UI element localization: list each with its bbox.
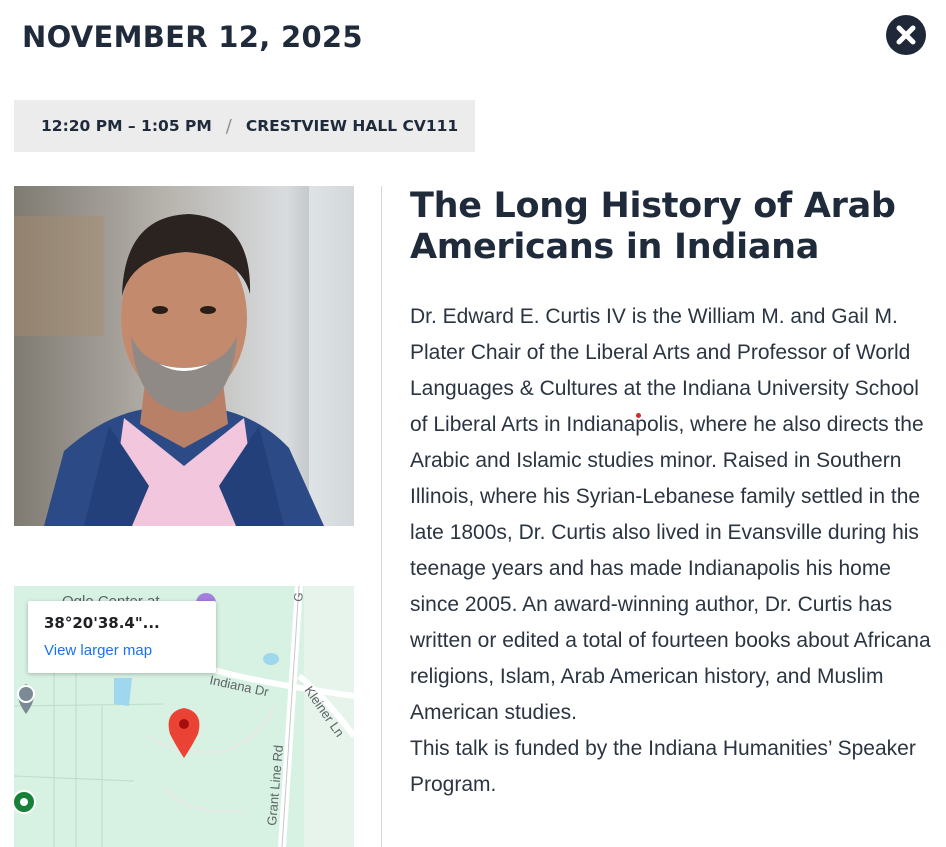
event-time: 12:20 PM – 1:05 PM	[41, 117, 212, 135]
map-coordinates: 38°20'38.4"...	[44, 614, 160, 632]
event-meta-bar: 12:20 PM – 1:05 PM / CRESTVIEW HALL CV11…	[14, 100, 475, 152]
place-marker-green	[14, 790, 36, 814]
stray-dot	[636, 413, 641, 418]
close-icon	[896, 25, 916, 45]
description-paragraph-2: This talk is funded by the Indiana Human…	[410, 737, 916, 796]
event-location: CRESTVIEW HALL CV111	[245, 117, 459, 135]
column-divider	[381, 186, 382, 847]
description-paragraph-1: Dr. Edward E. Curtis IV is the William M…	[410, 305, 931, 724]
event-description: Dr. Edward E. Curtis IV is the William M…	[410, 299, 938, 803]
event-title-line-1: The Long History of Arab	[410, 186, 896, 226]
event-title-line-2: Americans in Indiana	[410, 227, 820, 267]
view-larger-map-link[interactable]: View larger map	[44, 642, 152, 659]
meta-separator: /	[225, 115, 232, 137]
map-info-card: 38°20'38.4"... View larger map	[28, 601, 216, 673]
map-label-g: G	[291, 592, 306, 603]
speaker-photo	[14, 186, 354, 526]
event-date: NOVEMBER 12, 2025	[22, 20, 363, 54]
event-title: The Long History of Arab Americans in In…	[410, 186, 930, 268]
close-button[interactable]	[886, 15, 926, 55]
